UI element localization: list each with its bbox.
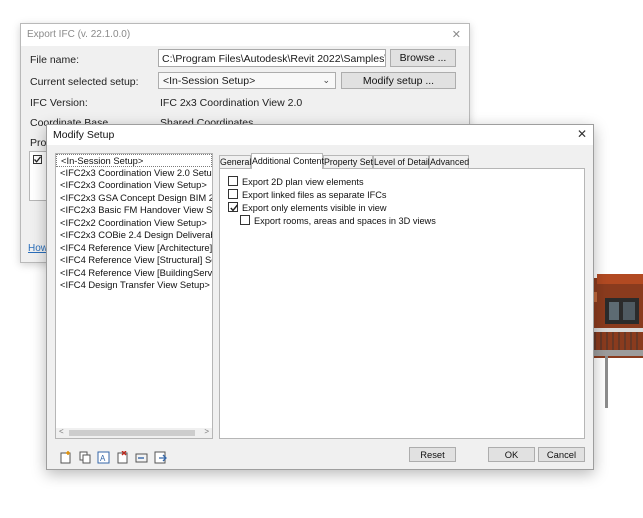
export-setup-icon[interactable]	[154, 451, 167, 464]
option-checkbox[interactable]	[228, 176, 238, 186]
modify-setup-button[interactable]: Modify setup ...	[341, 72, 456, 89]
option-label: Export 2D plan view elements	[242, 177, 364, 187]
scroll-right-icon[interactable]: >	[204, 427, 209, 436]
option-label: Export only elements visible in view	[242, 203, 387, 213]
modify-setup-dialog: Modify Setup ✕ <In-Session Setup> <IFC2x3…	[46, 124, 594, 470]
option-export-linked-files[interactable]: Export linked files as separate IFCs	[228, 189, 387, 200]
export-dialog-title: Export IFC (v. 22.1.0.0)	[27, 29, 131, 40]
modify-setup-title: Modify Setup	[53, 129, 115, 141]
browse-button[interactable]: Browse ...	[390, 49, 456, 67]
option-checkbox[interactable]	[228, 189, 238, 199]
file-name-label: File name:	[30, 54, 80, 66]
project-checkbox[interactable]	[33, 155, 42, 164]
option-export-rooms-3d[interactable]: Export rooms, areas and spaces in 3D vie…	[240, 215, 436, 226]
setup-list-item[interactable]: <In-Session Setup>	[56, 154, 212, 167]
close-icon[interactable]: ✕	[577, 127, 587, 141]
additional-content-panel: Export 2D plan view elements Export link…	[219, 168, 585, 439]
tab-advanced[interactable]: Advanced	[429, 155, 469, 168]
setup-list-item[interactable]: <IFC4 Design Transfer View Setup>	[56, 279, 212, 292]
rename-setup-icon[interactable]: A	[97, 451, 110, 464]
tab-general[interactable]: General	[219, 155, 251, 168]
option-label: Export linked files as separate IFCs	[242, 190, 387, 200]
setup-list-item[interactable]: <IFC4 Reference View [Structural] Setup>	[56, 254, 212, 267]
file-name-input[interactable]: C:\Program Files\Autodesk\Revit 2022\Sam…	[158, 49, 386, 67]
setup-list-item[interactable]: <IFC4 Reference View [Architecture] Setu…	[56, 242, 212, 255]
setup-list-item[interactable]: <IFC4 Reference View [BuildingService] S…	[56, 267, 212, 280]
scroll-left-icon[interactable]: <	[59, 427, 64, 436]
option-checkbox-checked[interactable]	[228, 202, 238, 212]
import-setup-icon[interactable]	[135, 451, 148, 464]
ok-button[interactable]: OK	[488, 447, 535, 462]
svg-text:A: A	[100, 454, 106, 463]
option-checkbox[interactable]	[240, 215, 250, 225]
setup-list-item[interactable]: <IFC2x3 COBie 2.4 Design Deliverable Set…	[56, 229, 212, 242]
duplicate-setup-icon[interactable]	[79, 451, 92, 464]
setup-items: <In-Session Setup> <IFC2x3 Coordination V…	[56, 154, 212, 292]
option-label: Export rooms, areas and spaces in 3D vie…	[254, 216, 436, 226]
check-icon	[230, 204, 238, 212]
setup-list-item[interactable]: <IFC2x3 Coordination View 2.0 Setup>	[56, 167, 212, 180]
export-dialog-titlebar: Export IFC (v. 22.1.0.0) ✕	[21, 24, 469, 46]
setup-list[interactable]: <In-Session Setup> <IFC2x3 Coordination V…	[55, 153, 213, 439]
setup-list-item[interactable]: <IFC2x3 GSA Concept Design BIM 2010 Setu…	[56, 192, 212, 205]
cancel-button[interactable]: Cancel	[538, 447, 585, 462]
horizontal-scrollbar[interactable]: < >	[56, 427, 212, 438]
setup-list-item[interactable]: <IFC2x3 Coordination View Setup>	[56, 179, 212, 192]
scroll-thumb[interactable]	[69, 430, 195, 436]
building-render-image	[589, 274, 643, 408]
current-setup-select[interactable]: <In-Session Setup> ⌄	[158, 72, 336, 89]
ifc-version-label: IFC Version:	[30, 97, 88, 109]
close-icon[interactable]: ✕	[452, 28, 461, 41]
option-export-visible-only[interactable]: Export only elements visible in view	[228, 202, 387, 213]
current-setup-label: Current selected setup:	[30, 76, 139, 88]
tab-level-of-detail[interactable]: Level of Detail	[373, 155, 430, 168]
tab-additional-content[interactable]: Additional Content	[251, 153, 324, 169]
delete-setup-icon[interactable]	[116, 451, 129, 464]
chevron-down-icon: ⌄	[322, 75, 330, 85]
modify-setup-titlebar: Modify Setup ✕	[47, 125, 593, 145]
setup-list-item[interactable]: <IFC2x2 Coordination View Setup>	[56, 217, 212, 230]
current-setup-value: <In-Session Setup>	[163, 75, 256, 87]
new-setup-icon[interactable]	[59, 451, 72, 464]
tab-property-sets[interactable]: Property Sets	[323, 155, 377, 168]
reset-button[interactable]: Reset	[409, 447, 456, 462]
ifc-version-value: IFC 2x3 Coordination View 2.0	[160, 97, 303, 109]
option-export-2d-plan[interactable]: Export 2D plan view elements	[228, 176, 364, 187]
setup-list-item[interactable]: <IFC2x3 Basic FM Handover View Setup>	[56, 204, 212, 217]
